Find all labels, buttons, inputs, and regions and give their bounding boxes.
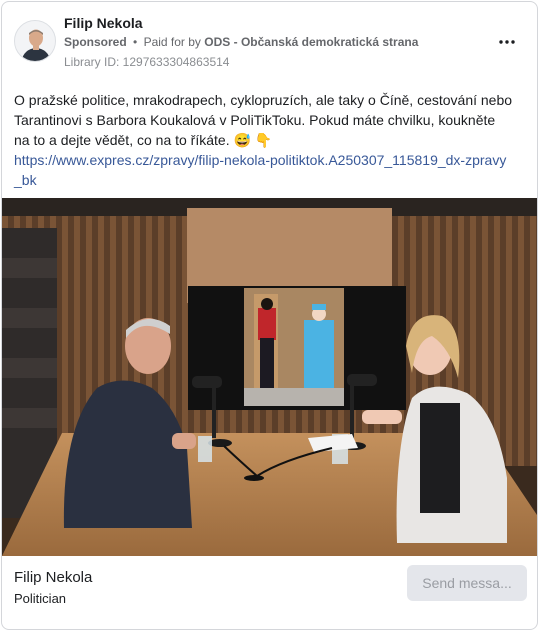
post-image[interactable] <box>2 198 537 556</box>
ad-card: Filip Nekola Sponsored • Paid for by ODS… <box>1 1 538 630</box>
avatar[interactable] <box>14 20 56 62</box>
page-name[interactable]: Filip Nekola <box>64 15 143 31</box>
sponsored-label: Sponsored <box>64 35 127 49</box>
avatar-image <box>15 21 55 61</box>
library-id: Library ID: 1297633304863514 <box>64 55 230 69</box>
more-horizontal-icon <box>499 40 515 44</box>
footer-page-name[interactable]: Filip Nekola <box>14 569 92 586</box>
paid-for-prefix: Paid for by <box>143 35 201 49</box>
meta-separator: • <box>133 35 138 49</box>
footer-page-category: Politician <box>14 591 67 606</box>
post-link[interactable]: https://www.expres.cz/zpravy/filip-nekol… <box>14 150 514 190</box>
studio-photo <box>2 198 537 556</box>
sponsor-meta: Sponsored • Paid for by ODS - Občanská d… <box>64 35 418 49</box>
more-options-button[interactable] <box>493 30 521 54</box>
send-message-button[interactable]: Send messa... <box>407 565 527 601</box>
payer-name[interactable]: ODS - Občanská demokratická strana <box>204 35 418 49</box>
post-text: O pražské politice, mrakodrapech, cyklop… <box>14 92 513 148</box>
